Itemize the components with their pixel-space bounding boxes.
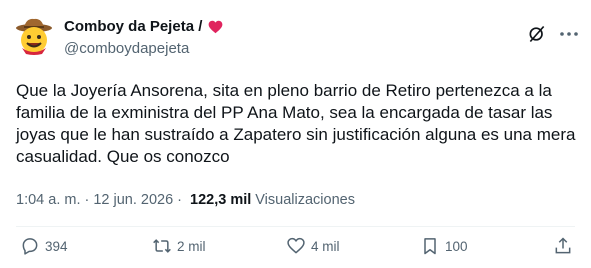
action-bar: 394 2 mil 4 mil 100 (16, 236, 575, 262)
like-count: 4 mil (311, 238, 340, 254)
reply-button[interactable]: 394 (20, 236, 68, 256)
views-label: Visualizaciones (255, 192, 355, 208)
bookmark-button[interactable]: 100 (420, 236, 468, 256)
like-button[interactable]: 4 mil (286, 236, 340, 256)
divider (16, 226, 575, 227)
author-handle[interactable]: @comboydapejeta (64, 40, 189, 57)
retweet-button[interactable]: 2 mil (152, 236, 206, 256)
like-icon (287, 237, 305, 254)
tweet-meta: 1:04 a. m. · 12 jun. 2026 · 122,3 mil Vi… (16, 192, 355, 208)
tweet-card: Comboy da Pejeta / @comboydapejeta Que l… (0, 0, 591, 268)
reply-count: 394 (45, 238, 68, 254)
share-icon (555, 237, 571, 254)
author-name-line: Comboy da Pejeta / (64, 18, 223, 35)
retweet-count: 2 mil (177, 238, 206, 254)
cowboy-avatar-icon (16, 18, 52, 55)
bookmark-count: 100 (445, 238, 468, 254)
more-icon[interactable] (557, 24, 581, 44)
share-button[interactable] (553, 236, 573, 256)
bookmark-icon (424, 238, 436, 255)
heart-icon (209, 20, 223, 33)
meta-separator: · (177, 192, 182, 208)
tweet-time[interactable]: 1:04 a. m. (16, 192, 80, 208)
tweet-date[interactable]: 12 jun. 2026 (93, 192, 173, 208)
avatar[interactable] (14, 16, 54, 56)
views-count[interactable]: 122,3 mil (190, 192, 251, 208)
reply-icon (22, 238, 38, 255)
tweet-text: Que la Joyería Ansorena, sita en pleno b… (16, 81, 576, 166)
author-name[interactable]: Comboy da Pejeta / (64, 18, 202, 35)
meta-separator: · (84, 192, 90, 208)
retweet-icon (153, 239, 171, 253)
tweet-header: Comboy da Pejeta / @comboydapejeta (64, 16, 581, 60)
grok-icon[interactable] (527, 24, 547, 44)
